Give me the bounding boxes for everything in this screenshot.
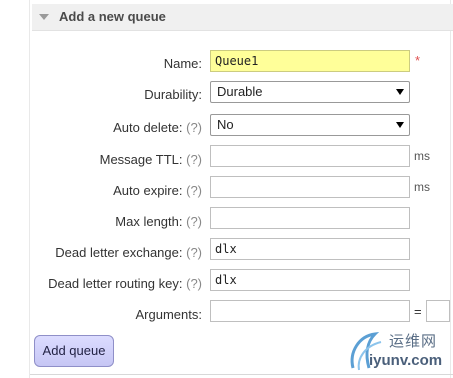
- auto-delete-label-text: Auto delete:: [113, 120, 183, 135]
- dead-letter-routing-key-label: Dead letter routing key: (?): [48, 276, 202, 291]
- auto-delete-selected-value: No: [217, 117, 234, 132]
- durability-select[interactable]: Durable: [210, 81, 410, 103]
- dead-letter-routing-key-input[interactable]: dlx: [210, 269, 410, 291]
- auto-delete-label: Auto delete: (?): [113, 120, 202, 135]
- panel-left-border: [29, 0, 30, 378]
- panel-title: Add a new queue: [59, 9, 166, 24]
- name-input[interactable]: Queue1: [210, 50, 410, 72]
- max-length-help-link[interactable]: (?): [186, 214, 202, 229]
- dead-letter-routing-key-help-link[interactable]: (?): [186, 276, 202, 291]
- max-length-input[interactable]: [210, 207, 410, 229]
- dropdown-arrow-icon: [396, 122, 404, 128]
- message-ttl-help-link[interactable]: (?): [186, 152, 202, 167]
- arguments-equals-sign: =: [414, 304, 422, 319]
- message-ttl-label: Message TTL: (?): [100, 152, 202, 167]
- name-label: Name:: [163, 56, 202, 71]
- dead-letter-exchange-label: Dead letter exchange: (?): [55, 245, 202, 260]
- dead-letter-exchange-input[interactable]: dlx: [210, 238, 410, 260]
- dead-letter-exchange-label-text: Dead letter exchange:: [55, 245, 183, 260]
- message-ttl-unit: ms: [414, 149, 430, 163]
- arguments-key-input[interactable]: [210, 300, 410, 322]
- durability-label: Durability:: [144, 87, 202, 102]
- dead-letter-exchange-help-link[interactable]: (?): [186, 245, 202, 260]
- max-length-label: Max length: (?): [115, 214, 202, 229]
- dead-letter-routing-key-label-text: Dead letter routing key:: [48, 276, 183, 291]
- panel-header[interactable]: Add a new queue: [32, 4, 453, 31]
- auto-delete-select[interactable]: No: [210, 114, 410, 136]
- watermark-cn-text: 运维网: [389, 332, 438, 350]
- message-ttl-label-text: Message TTL:: [99, 152, 183, 167]
- auto-delete-help-link[interactable]: (?): [186, 120, 202, 135]
- add-queue-button[interactable]: Add queue: [34, 335, 114, 367]
- auto-expire-help-link[interactable]: (?): [186, 183, 202, 198]
- dropdown-arrow-icon: [396, 89, 404, 95]
- message-ttl-input[interactable]: [210, 145, 410, 167]
- panel-right-border: [450, 0, 451, 378]
- max-length-label-text: Max length:: [115, 214, 183, 229]
- durability-selected-value: Durable: [217, 84, 263, 99]
- auto-expire-unit: ms: [414, 180, 430, 194]
- auto-expire-label-text: Auto expire:: [113, 183, 183, 198]
- arguments-label: Arguments:: [135, 307, 202, 322]
- required-marker: *: [415, 53, 421, 68]
- watermark-en-text: iyunv.com: [369, 352, 443, 369]
- auto-expire-label: Auto expire: (?): [113, 183, 202, 198]
- watermark: 运维网 iyunv.com: [345, 328, 451, 376]
- arguments-value-input[interactable]: [426, 300, 450, 322]
- auto-expire-input[interactable]: [210, 176, 410, 198]
- collapse-triangle-icon[interactable]: [39, 14, 49, 20]
